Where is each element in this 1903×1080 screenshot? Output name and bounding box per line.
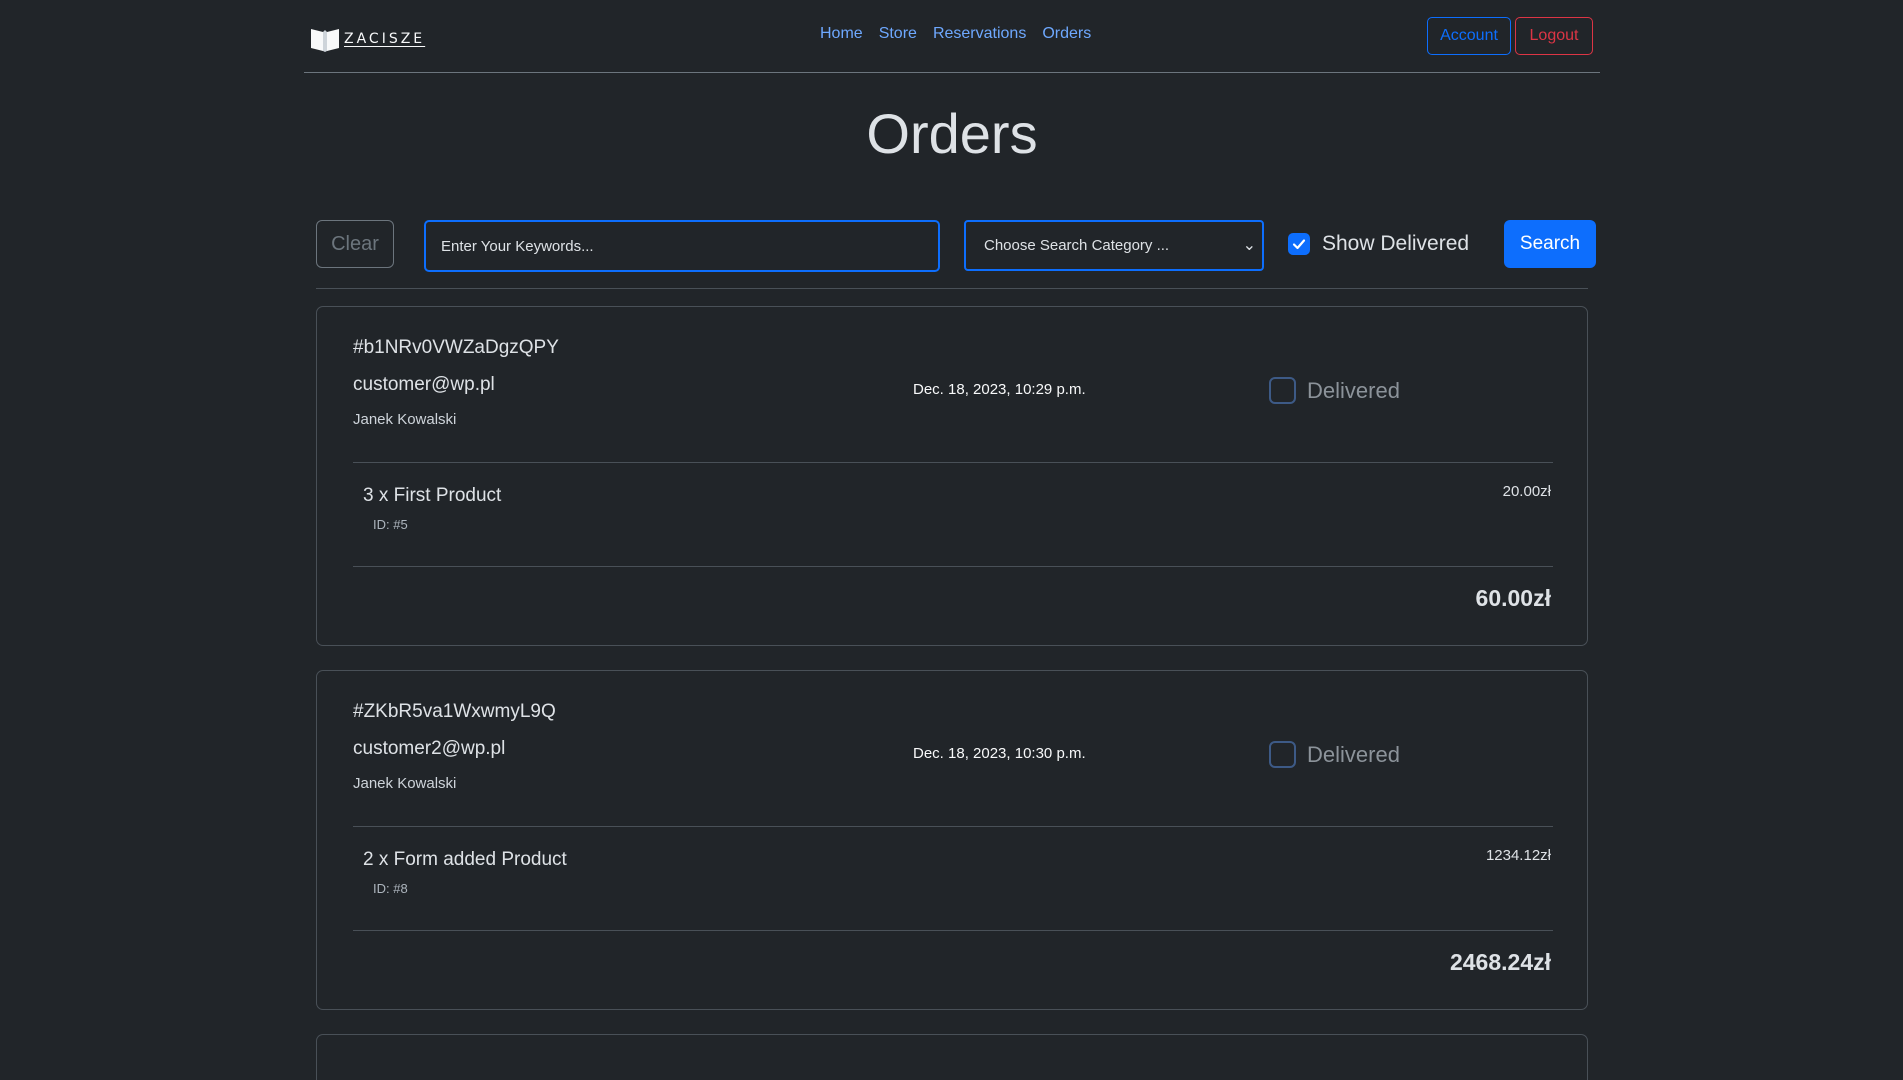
delivered-label: Delivered [1307, 377, 1400, 403]
order-date: Dec. 18, 2023, 10:29 p.m. [913, 381, 1086, 398]
order-delivered-toggle[interactable]: Delivered [1269, 377, 1400, 404]
order-total: 2468.24zł [1449, 949, 1551, 975]
order-card: #ZKbR5va1WxwmyL9Q customer2@wp.pl Janek … [316, 670, 1588, 1010]
order-item-id: ID: #8 [373, 881, 408, 896]
brand-name: ZACISZE [344, 31, 426, 47]
order-item-id: ID: #5 [373, 517, 408, 532]
book-icon [311, 29, 339, 52]
order-id: #ZKbR5va1WxwmyL9Q [353, 701, 556, 722]
check-icon [1292, 239, 1306, 250]
divider [353, 930, 1553, 931]
order-total: 60.00zł [1475, 585, 1551, 611]
order-item-title: 3 x First Product [363, 485, 502, 506]
category-select[interactable]: Choose Search Category ... ⌄ [964, 220, 1264, 271]
show-delivered-label: Show Delivered [1322, 232, 1470, 255]
brand-logo[interactable]: ZACISZE [310, 26, 425, 52]
nav-store[interactable]: Store [879, 25, 917, 43]
nav-home[interactable]: Home [820, 25, 863, 43]
search-button[interactable]: Search [1504, 220, 1596, 268]
page-container: ZACISZE Home Store Reservations Orders A… [304, 0, 1600, 1080]
divider [353, 462, 1553, 463]
delivered-checkbox[interactable] [1269, 377, 1296, 404]
delivered-label: Delivered [1307, 741, 1400, 767]
top-navbar: ZACISZE Home Store Reservations Orders A… [304, 0, 1600, 73]
order-email: customer@wp.pl [353, 374, 495, 395]
category-select-value: Choose Search Category ... [984, 237, 1170, 254]
order-email: customer2@wp.pl [353, 738, 506, 759]
page-title: Orders [866, 102, 1038, 165]
show-delivered-checkbox[interactable] [1288, 233, 1310, 255]
divider [353, 566, 1553, 567]
search-input[interactable] [424, 220, 940, 272]
divider [316, 288, 1588, 289]
main-nav: Home Store Reservations Orders [820, 25, 1091, 43]
order-card: #b1NRv0VWZaDgzQPY customer@wp.pl Janek K… [316, 306, 1588, 646]
delivered-checkbox[interactable] [1269, 741, 1296, 768]
chevron-down-icon: ⌄ [1242, 237, 1256, 254]
order-item-title: 2 x Form added Product [363, 849, 567, 870]
nav-orders[interactable]: Orders [1042, 25, 1091, 43]
order-id: #b1NRv0VWZaDgzQPY [353, 337, 559, 358]
nav-reservations[interactable]: Reservations [933, 25, 1026, 43]
order-customer-name: Janek Kowalski [353, 775, 457, 792]
order-delivered-toggle[interactable]: Delivered [1269, 741, 1400, 768]
divider [353, 826, 1553, 827]
search-bar: Clear Choose Search Category ... ⌄ Show … [304, 220, 1600, 290]
order-item-price: 20.00zł [1502, 483, 1551, 500]
account-button[interactable]: Account [1427, 17, 1511, 55]
order-customer-name: Janek Kowalski [353, 411, 457, 428]
clear-button[interactable]: Clear [316, 220, 394, 268]
order-item-price: 1234.12zł [1485, 847, 1551, 864]
order-date: Dec. 18, 2023, 10:30 p.m. [913, 745, 1086, 762]
order-card [316, 1034, 1588, 1080]
show-delivered-toggle[interactable]: Show Delivered [1288, 232, 1469, 256]
logout-button[interactable]: Logout [1515, 17, 1593, 55]
